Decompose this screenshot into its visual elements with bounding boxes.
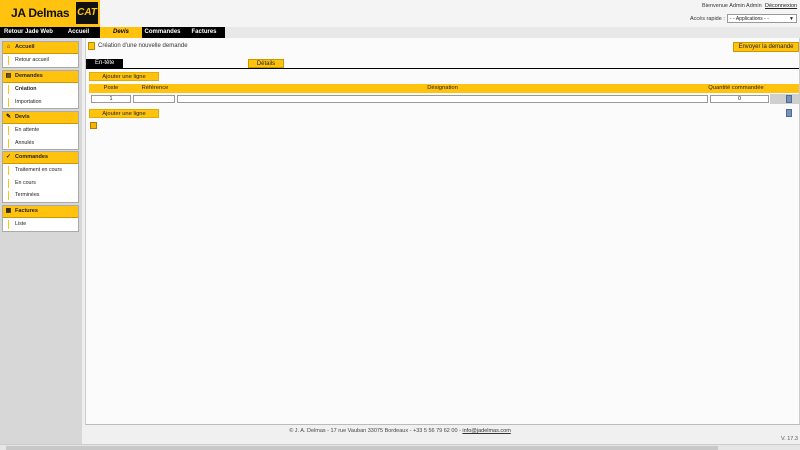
welcome-text: Bienvenue Admin Admin <box>702 3 762 9</box>
pencil-icon: ✎ <box>5 114 12 120</box>
home-icon: ⌂ <box>6 44 11 50</box>
quick-access-value: - - Applications - - <box>730 16 769 22</box>
footer: © J. A. Delmas - 17 rue Vauban 33075 Bor… <box>0 428 800 434</box>
sidebar-item-importation[interactable]: Importation <box>3 96 78 109</box>
sidebar-item-retour-accueil[interactable]: Retour accueil <box>3 54 78 67</box>
send-request-button[interactable]: Envoyer la demande <box>733 42 799 52</box>
invoice-icon: ▦ <box>5 208 12 214</box>
nav-tab-factures[interactable]: Factures <box>183 27 225 38</box>
sidebar-item-annules[interactable]: Annulés <box>3 137 78 150</box>
sidebar-header-commandes[interactable]: ✓ Commandes <box>3 152 78 164</box>
dropdown-arrow-icon: ▼ <box>789 16 794 22</box>
quick-access-select[interactable]: - - Applications - - ▼ <box>727 14 797 23</box>
tab-entete[interactable]: En-tête <box>86 59 123 68</box>
designation-input[interactable] <box>177 95 708 103</box>
sidebar-item-creation[interactable]: Création <box>3 83 78 96</box>
nav-tab-devis[interactable]: Devis <box>100 27 142 38</box>
quantite-input[interactable]: 0 <box>710 95 769 103</box>
sidebar-header-accueil[interactable]: ⌂ Accueil <box>3 42 78 54</box>
new-request-icon <box>88 42 95 50</box>
cat-logo: CAT <box>76 2 98 24</box>
sidebar-group-demandes: ▤ Demandes Création Importation <box>2 70 79 110</box>
scrollbar-thumb[interactable] <box>6 446 718 450</box>
sidebar-group-accueil: ⌂ Accueil Retour accueil <box>2 41 79 68</box>
column-header-quantite: Quantité commandée <box>708 85 764 91</box>
sidebar-item-en-cours[interactable]: En cours <box>3 177 78 190</box>
column-header-poste: Poste <box>103 85 119 91</box>
brand-name: JA Delmas <box>11 6 70 20</box>
import-file-icon[interactable] <box>90 122 97 129</box>
footer-email-link[interactable]: info@jadelmas.com <box>462 428 510 434</box>
delete-all-icon[interactable] <box>786 109 792 117</box>
sidebar-item-en-attente[interactable]: En attente <box>3 124 78 137</box>
tab-divider <box>86 68 799 69</box>
add-line-button-top[interactable]: Ajouter une ligne <box>89 72 159 81</box>
sidebar-item-liste[interactable]: Liste <box>3 218 78 231</box>
nav-tab-commandes[interactable]: Commandes <box>142 27 183 38</box>
sidebar-header-demandes[interactable]: ▤ Demandes <box>3 71 78 83</box>
nav-tab-retour-jade-web[interactable]: Retour Jade Web <box>0 27 57 38</box>
column-header-designation: Désignation <box>427 85 458 91</box>
footer-text: © J. A. Delmas - 17 rue Vauban 33075 Bor… <box>289 428 461 434</box>
cart-icon: ✓ <box>5 154 12 160</box>
sidebar-group-commandes: ✓ Commandes Traitement en cours En cours … <box>2 151 79 204</box>
version-label: V. 17.3 <box>781 436 798 442</box>
sidebar-group-devis: ✎ Devis En attente Annulés <box>2 111 79 151</box>
horizontal-scrollbar[interactable] <box>0 444 800 450</box>
sidebar-item-terminees[interactable]: Terminées <box>3 189 78 202</box>
brand-logo: JA Delmas CAT <box>0 0 100 27</box>
document-icon: ▤ <box>5 73 12 79</box>
page-title: Création d'une nouvelle demande <box>98 43 188 49</box>
row-actions <box>770 94 799 104</box>
add-line-button-bottom[interactable]: Ajouter une ligne <box>89 109 159 118</box>
sidebar-header-factures[interactable]: ▦ Factures <box>3 206 78 218</box>
delete-row-icon[interactable] <box>786 95 792 103</box>
top-bar <box>100 0 800 27</box>
column-header-reference: Référence <box>141 85 169 91</box>
poste-input[interactable]: 1 <box>91 95 131 103</box>
nav-tab-accueil[interactable]: Accueil <box>57 27 100 38</box>
sidebar-header-devis[interactable]: ✎ Devis <box>3 112 78 124</box>
sidebar-group-factures: ▦ Factures Liste <box>2 205 79 232</box>
quick-access-label: Accès rapide : <box>690 16 725 22</box>
sidebar-item-traitement-en-cours[interactable]: Traitement en cours <box>3 164 78 177</box>
logout-link[interactable]: Déconnexion <box>765 3 797 9</box>
tab-details[interactable]: Détails <box>248 59 284 68</box>
reference-input[interactable] <box>133 95 175 103</box>
